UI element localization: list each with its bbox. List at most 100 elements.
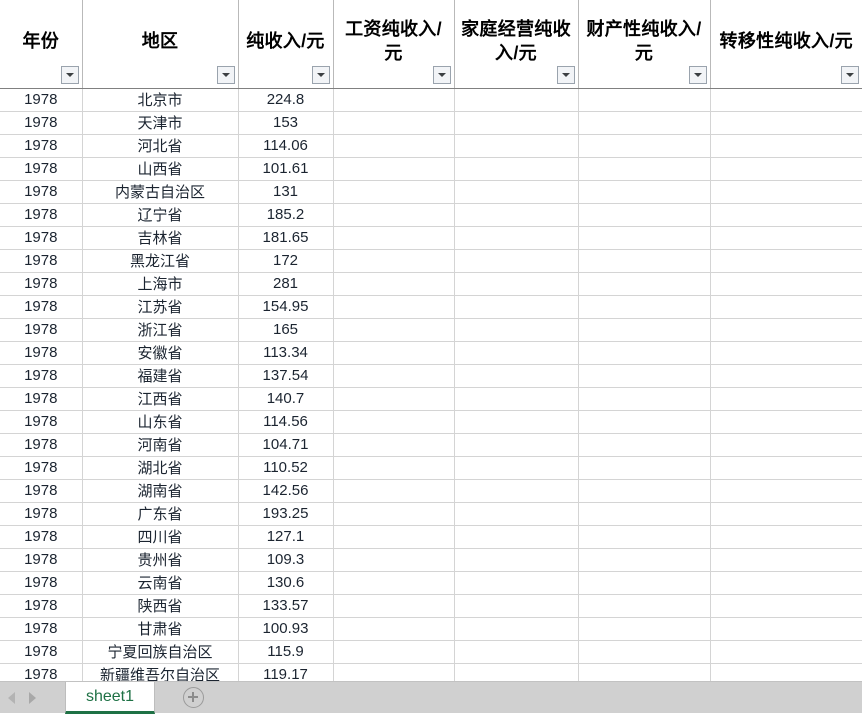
cell-region[interactable]: 山西省 xyxy=(82,157,239,181)
cell-wage_income[interactable] xyxy=(333,525,455,549)
cell-year[interactable]: 1978 xyxy=(0,548,83,572)
cell-year[interactable]: 1978 xyxy=(0,249,83,273)
cell-region[interactable]: 湖北省 xyxy=(82,456,239,480)
cell-net_income[interactable]: 115.9 xyxy=(238,640,334,664)
cell-net_income[interactable]: 114.06 xyxy=(238,134,334,158)
cell-year[interactable]: 1978 xyxy=(0,663,83,681)
cell-transfer_income[interactable] xyxy=(710,157,862,181)
cell-wage_income[interactable] xyxy=(333,272,455,296)
cell-region[interactable]: 福建省 xyxy=(82,364,239,388)
cell-net_income[interactable]: 281 xyxy=(238,272,334,296)
arrow-right-icon[interactable] xyxy=(29,692,36,704)
cell-region[interactable]: 浙江省 xyxy=(82,318,239,342)
sheet-grid[interactable]: 年份 地区 纯收入/元 工资纯收入/元 家庭经营纯收入/元 财产性纯收入/元 转移性纯收入/… xyxy=(0,0,862,681)
cell-year[interactable]: 1978 xyxy=(0,341,83,365)
cell-region[interactable]: 辽宁省 xyxy=(82,203,239,227)
cell-transfer_income[interactable] xyxy=(710,180,862,204)
cell-property_income[interactable] xyxy=(578,410,711,434)
cell-wage_income[interactable] xyxy=(333,479,455,503)
cell-region[interactable]: 山东省 xyxy=(82,410,239,434)
cell-transfer_income[interactable] xyxy=(710,548,862,572)
cell-region[interactable]: 甘肃省 xyxy=(82,617,239,641)
cell-wage_income[interactable] xyxy=(333,341,455,365)
cell-transfer_income[interactable] xyxy=(710,295,862,319)
cell-property_income[interactable] xyxy=(578,433,711,457)
cell-transfer_income[interactable] xyxy=(710,203,862,227)
cell-transfer_income[interactable] xyxy=(710,226,862,250)
cell-net_income[interactable]: 127.1 xyxy=(238,525,334,549)
cell-wage_income[interactable] xyxy=(333,111,455,135)
cell-family_business_income[interactable] xyxy=(454,203,579,227)
sheet-tab-sheet1[interactable]: sheet1 xyxy=(65,682,155,714)
cell-year[interactable]: 1978 xyxy=(0,525,83,549)
cell-region[interactable]: 安徽省 xyxy=(82,341,239,365)
cell-family_business_income[interactable] xyxy=(454,134,579,158)
cell-wage_income[interactable] xyxy=(333,502,455,526)
cell-property_income[interactable] xyxy=(578,594,711,618)
cell-year[interactable]: 1978 xyxy=(0,88,83,112)
cell-property_income[interactable] xyxy=(578,134,711,158)
cell-year[interactable]: 1978 xyxy=(0,617,83,641)
cell-net_income[interactable]: 100.93 xyxy=(238,617,334,641)
cell-property_income[interactable] xyxy=(578,387,711,411)
cell-transfer_income[interactable] xyxy=(710,387,862,411)
cell-net_income[interactable]: 140.7 xyxy=(238,387,334,411)
cell-property_income[interactable] xyxy=(578,88,711,112)
cell-region[interactable]: 天津市 xyxy=(82,111,239,135)
cell-net_income[interactable]: 154.95 xyxy=(238,295,334,319)
cell-wage_income[interactable] xyxy=(333,249,455,273)
cell-year[interactable]: 1978 xyxy=(0,571,83,595)
cell-family_business_income[interactable] xyxy=(454,433,579,457)
cell-family_business_income[interactable] xyxy=(454,180,579,204)
cell-transfer_income[interactable] xyxy=(710,249,862,273)
cell-year[interactable]: 1978 xyxy=(0,226,83,250)
filter-dropdown-icon[interactable] xyxy=(432,65,451,84)
cell-wage_income[interactable] xyxy=(333,364,455,388)
cell-property_income[interactable] xyxy=(578,364,711,388)
cell-transfer_income[interactable] xyxy=(710,111,862,135)
cell-year[interactable]: 1978 xyxy=(0,111,83,135)
cell-year[interactable]: 1978 xyxy=(0,456,83,480)
cell-region[interactable]: 吉林省 xyxy=(82,226,239,250)
cell-family_business_income[interactable] xyxy=(454,525,579,549)
cell-wage_income[interactable] xyxy=(333,548,455,572)
cell-property_income[interactable] xyxy=(578,226,711,250)
cell-family_business_income[interactable] xyxy=(454,226,579,250)
cell-wage_income[interactable] xyxy=(333,663,455,681)
cell-property_income[interactable] xyxy=(578,157,711,181)
cell-wage_income[interactable] xyxy=(333,387,455,411)
cell-year[interactable]: 1978 xyxy=(0,479,83,503)
cell-region[interactable]: 宁夏回族自治区 xyxy=(82,640,239,664)
cell-transfer_income[interactable] xyxy=(710,525,862,549)
cell-year[interactable]: 1978 xyxy=(0,203,83,227)
cell-property_income[interactable] xyxy=(578,571,711,595)
cell-wage_income[interactable] xyxy=(333,571,455,595)
cell-net_income[interactable]: 110.52 xyxy=(238,456,334,480)
cell-region[interactable]: 上海市 xyxy=(82,272,239,296)
cell-property_income[interactable] xyxy=(578,479,711,503)
cell-net_income[interactable]: 185.2 xyxy=(238,203,334,227)
cell-year[interactable]: 1978 xyxy=(0,410,83,434)
cell-region[interactable]: 广东省 xyxy=(82,502,239,526)
cell-family_business_income[interactable] xyxy=(454,640,579,664)
cell-family_business_income[interactable] xyxy=(454,88,579,112)
filter-dropdown-icon[interactable] xyxy=(688,65,707,84)
cell-year[interactable]: 1978 xyxy=(0,433,83,457)
cell-net_income[interactable]: 142.56 xyxy=(238,479,334,503)
cell-family_business_income[interactable] xyxy=(454,272,579,296)
cell-year[interactable]: 1978 xyxy=(0,318,83,342)
cell-region[interactable]: 江西省 xyxy=(82,387,239,411)
cell-transfer_income[interactable] xyxy=(710,364,862,388)
cell-transfer_income[interactable] xyxy=(710,88,862,112)
cell-region[interactable]: 陕西省 xyxy=(82,594,239,618)
cell-transfer_income[interactable] xyxy=(710,318,862,342)
cell-family_business_income[interactable] xyxy=(454,341,579,365)
arrow-left-icon[interactable] xyxy=(8,692,15,704)
cell-wage_income[interactable] xyxy=(333,180,455,204)
cell-transfer_income[interactable] xyxy=(710,134,862,158)
cell-year[interactable]: 1978 xyxy=(0,134,83,158)
plus-circle-icon[interactable] xyxy=(183,687,204,708)
cell-net_income[interactable]: 153 xyxy=(238,111,334,135)
cell-year[interactable]: 1978 xyxy=(0,594,83,618)
cell-property_income[interactable] xyxy=(578,548,711,572)
